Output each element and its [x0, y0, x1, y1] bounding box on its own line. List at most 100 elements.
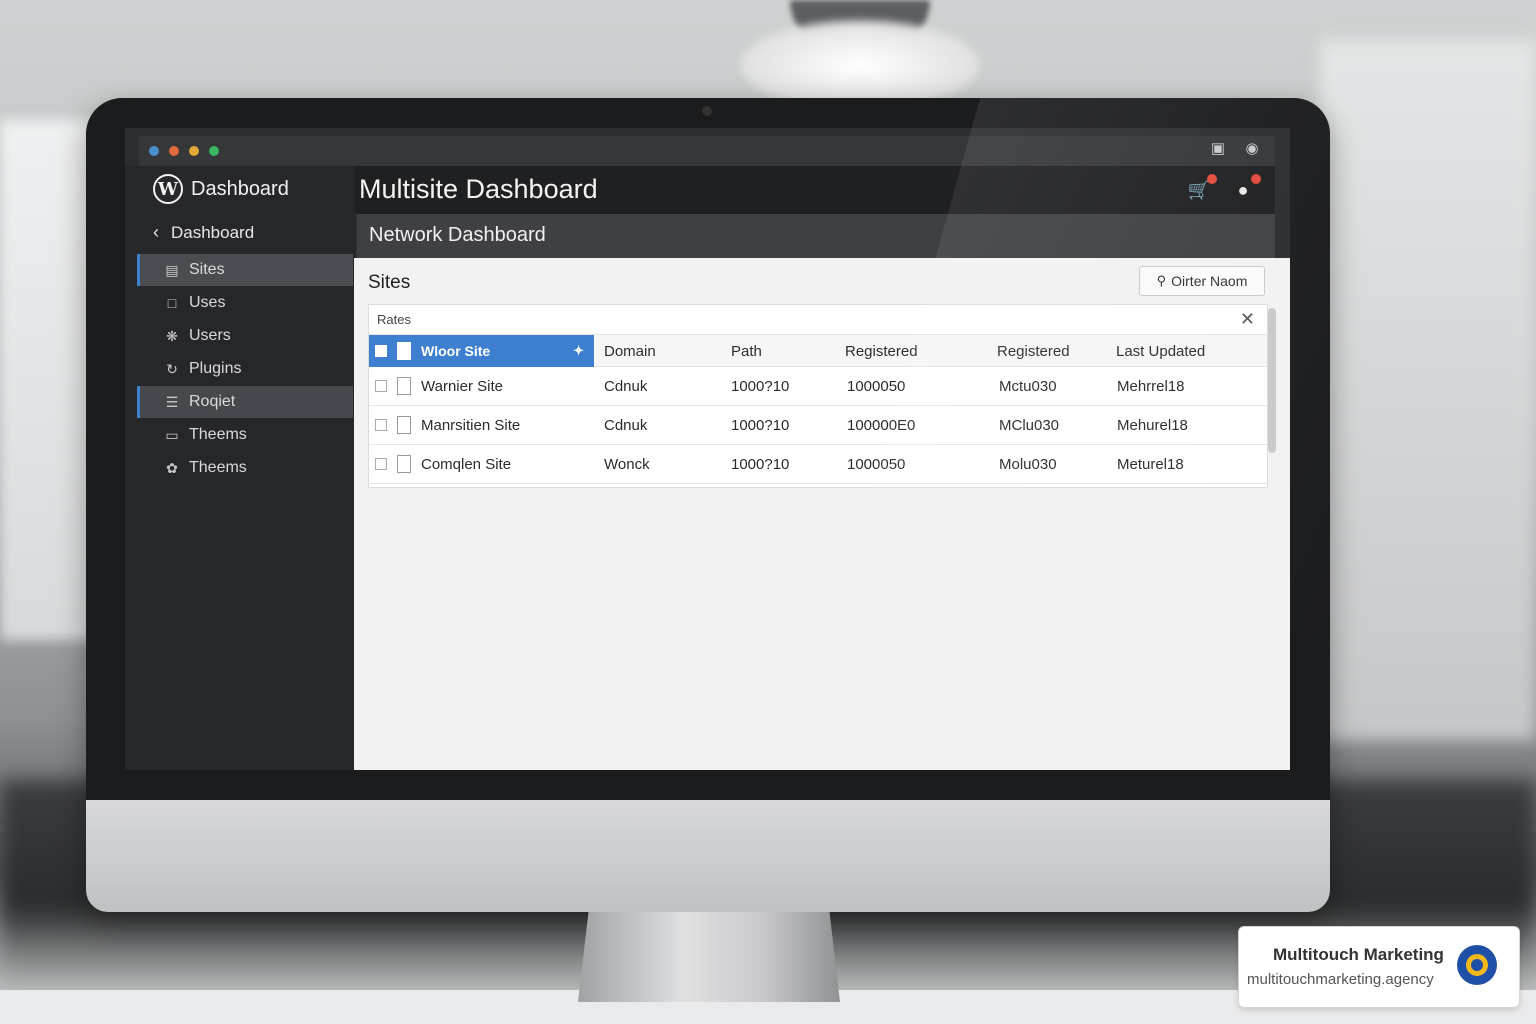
site-name[interactable]: Comqlen Site	[421, 456, 511, 473]
page-title: Multisite Dashboard	[359, 174, 598, 204]
registered-cell-2: MClu030	[999, 417, 1060, 434]
window-close-dot[interactable]	[169, 146, 179, 156]
back-link[interactable]: ‹ Dashboard	[153, 222, 254, 243]
filter-button[interactable]: ⚲ Oirter Naom	[1139, 266, 1265, 296]
last-updated-cell: Mehurel18	[1117, 417, 1188, 434]
close-icon[interactable]: ✕	[1240, 309, 1255, 330]
column-header-site[interactable]: Wloor Site ✦	[369, 334, 594, 367]
sidebar-item-label: Plugins	[189, 360, 242, 377]
document-icon	[397, 455, 411, 473]
registered-cell-2: Mctu030	[999, 378, 1057, 395]
column-header-path[interactable]: Path	[731, 343, 762, 360]
select-all-checkbox[interactable]	[375, 344, 387, 357]
filter-button-label: Oirter Naom	[1171, 273, 1248, 289]
registered-cell: 100000E0	[847, 417, 916, 434]
settings-icon[interactable]: ◉	[1243, 140, 1261, 158]
background-lamp-light	[740, 20, 980, 110]
site-cell: Comqlen Site	[369, 455, 594, 473]
sidebar-item-sites[interactable]: ▤ Sites	[137, 254, 353, 286]
screen: ▣ ◉ W Dashboard ‹ Dashboard ▤ Sites □ Use…	[125, 128, 1290, 770]
document-icon	[397, 341, 411, 360]
path-cell: 1000?10	[731, 378, 790, 395]
sites-table-panel: Rates ✕ Wloor Site ✦ Domain Path Registe…	[368, 304, 1268, 488]
sidebar-item-theems-2[interactable]: ✿ Theems	[137, 452, 353, 484]
chevron-left-icon: ‹	[153, 222, 159, 242]
cart-badge	[1207, 174, 1217, 184]
sidebar-item-label: Roqiet	[189, 393, 236, 410]
background-window-right	[1320, 40, 1536, 740]
sidebar-item-label: Theems	[189, 459, 247, 476]
notification-badge	[1251, 174, 1261, 184]
scrollbar[interactable]	[1268, 308, 1276, 453]
table-header: Wloor Site ✦ Domain Path Registered Regi…	[369, 334, 1267, 367]
window-dot-blue[interactable]	[149, 146, 159, 156]
sidebar-item-roqiet[interactable]: ☰ Roqiet	[137, 386, 353, 418]
last-updated-cell: Meturel18	[1117, 456, 1184, 473]
path-cell: 1000?10	[731, 417, 790, 434]
sidebar-item-theems[interactable]: ▭ Theems	[137, 419, 353, 451]
sidebar-item-users[interactable]: ❋ Users	[137, 320, 353, 352]
header: Multisite Dashboard 🛒 ●	[355, 166, 1275, 214]
sidebar: W Dashboard ‹ Dashboard ▤ Sites □ Uses ❋ …	[125, 166, 355, 770]
site-cell: Manrsitien Site	[369, 416, 594, 434]
pin-icon[interactable]: ✦	[573, 343, 584, 359]
column-header-domain[interactable]: Domain	[604, 343, 656, 360]
sidebar-nav: ▤ Sites □ Uses ❋ Users ↻ Plugins ☰ Roqie…	[137, 254, 353, 485]
share-icon[interactable]: ▣	[1209, 140, 1227, 158]
registered-cell: 1000050	[847, 378, 906, 395]
wordpress-logo-icon: W	[153, 174, 183, 204]
sites-title: Sites	[368, 272, 411, 293]
table-row[interactable]: Comqlen Site Wonck 1000?10 1000050 Molu0…	[369, 445, 1267, 484]
watermark-url: multitouchmarketing.agency	[1247, 971, 1434, 988]
row-checkbox[interactable]	[375, 419, 387, 431]
lock-icon: □	[167, 295, 177, 311]
watermark-name: Multitouch Marketing	[1273, 945, 1444, 964]
domain-cell: Cdnuk	[604, 378, 648, 395]
table-row[interactable]: Warnier Site Cdnuk 1000?10 1000050 Mctu0…	[369, 367, 1267, 406]
section-header-title: Network Dashboard	[369, 224, 546, 246]
sidebar-item-uses[interactable]: □ Uses	[137, 287, 353, 319]
sidebar-item-plugins[interactable]: ↻ Plugins	[137, 353, 353, 385]
sidebar-item-label: Uses	[189, 294, 226, 311]
document-icon	[397, 377, 411, 395]
sidebar-item-label: Sites	[189, 261, 225, 278]
panel-label: Rates	[377, 312, 411, 327]
last-updated-cell: Mehrrel18	[1117, 378, 1185, 395]
plugin-icon: ↻	[166, 360, 178, 377]
window-titlebar: ▣ ◉	[139, 136, 1275, 166]
search-icon: ⚲	[1156, 273, 1167, 288]
document-icon	[397, 416, 411, 434]
row-checkbox[interactable]	[375, 458, 387, 470]
sidebar-item-label: Theems	[189, 426, 247, 443]
main-content: Sites ⚲ Oirter Naom Rates ✕ Wloor Site ✦…	[354, 258, 1290, 770]
subheader: Network Dashboard	[357, 214, 1275, 258]
row-checkbox[interactable]	[375, 380, 387, 392]
site-cell: Warnier Site	[369, 377, 594, 395]
column-label: Wloor Site	[421, 342, 491, 359]
domain-cell: Wonck	[604, 456, 650, 473]
webcam	[702, 106, 712, 116]
gear-icon: ❋	[166, 327, 178, 344]
site-name[interactable]: Warnier Site	[421, 378, 503, 395]
cart-icon[interactable]: 🛒	[1187, 174, 1217, 202]
watermark-card: Multitouch Marketing multitouchmarketing…	[1238, 926, 1520, 1008]
table-row[interactable]: Manrsitien Site Cdnuk 1000?10 100000E0 M…	[369, 406, 1267, 445]
brand-logo-icon	[1457, 945, 1497, 985]
site-name[interactable]: Manrsitien Site	[421, 417, 520, 434]
column-header-registered[interactable]: Registered	[845, 343, 918, 360]
notification-icon[interactable]: ●	[1231, 174, 1261, 202]
registered-cell-2: Molu030	[999, 456, 1057, 473]
app-title: Dashboard	[191, 177, 289, 200]
window-maximize-dot[interactable]	[209, 146, 219, 156]
sites-icon: ▤	[165, 261, 179, 278]
column-header-registered-2[interactable]: Registered	[997, 343, 1070, 360]
list-icon: ☰	[165, 393, 179, 410]
brand[interactable]: W Dashboard	[153, 174, 289, 204]
monitor-stand	[578, 912, 840, 1002]
column-header-last-updated[interactable]: Last Updated	[1116, 343, 1205, 360]
sidebar-item-label: Users	[189, 327, 231, 344]
window-minimize-dot[interactable]	[189, 146, 199, 156]
back-label: Dashboard	[171, 223, 255, 242]
path-cell: 1000?10	[731, 456, 790, 473]
panel-header: Rates ✕	[369, 305, 1267, 335]
